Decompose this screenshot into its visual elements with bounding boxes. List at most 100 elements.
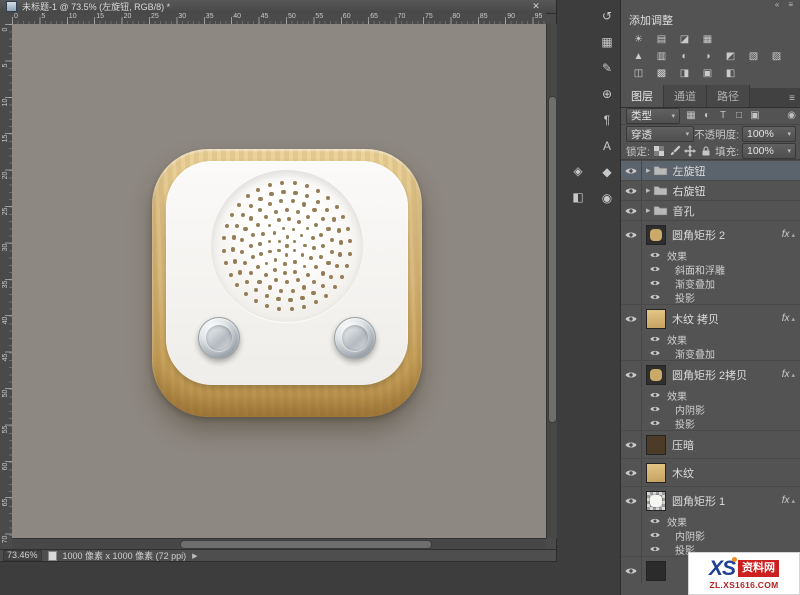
fill-dropdown[interactable]: 100% ▾	[742, 143, 796, 159]
visibility-eye-icon[interactable]	[648, 347, 662, 359]
layer-effect-row[interactable]: 效果	[621, 332, 800, 346]
fx-badge[interactable]: fx	[782, 369, 790, 380]
fx-collapse-icon[interactable]: ▴	[791, 371, 795, 379]
curves-icon[interactable]: ◪	[674, 32, 695, 47]
visibility-eye-icon[interactable]	[648, 249, 662, 261]
layer-row[interactable]: 木纹	[621, 458, 800, 486]
lock-position-icon[interactable]	[684, 145, 697, 158]
fx-collapse-icon[interactable]: ▴	[791, 231, 795, 239]
status-menu-arrow-icon[interactable]: ▶	[192, 552, 197, 560]
history-panel-icon[interactable]: ↺	[597, 6, 617, 26]
visibility-eye-icon[interactable]	[648, 333, 662, 345]
fx-collapse-icon[interactable]: ▴	[791, 315, 795, 323]
character-panel-icon[interactable]: A	[597, 136, 617, 156]
fx-badge[interactable]: fx	[782, 313, 790, 324]
properties-panel-icon[interactable]: ◧	[568, 187, 588, 207]
visibility-eye-icon[interactable]	[621, 221, 642, 248]
opacity-dropdown[interactable]: 100% ▾	[742, 126, 796, 142]
photo-filter-icon[interactable]: ◩	[720, 49, 741, 64]
threshold-icon[interactable]: ◨	[674, 66, 695, 81]
fx-collapse-icon[interactable]: ▴	[791, 497, 795, 505]
document-titlebar[interactable]: 未标题-1 @ 73.5% (左旋钮, RGB/8) * ✕	[0, 0, 556, 14]
color-lookup-icon[interactable]: ▨	[766, 49, 787, 64]
visibility-eye-icon[interactable]	[648, 543, 662, 555]
filter-pixel-icon[interactable]: ▦	[683, 109, 699, 122]
layer-effect-row[interactable]: 投影	[621, 416, 800, 430]
horizontal-scrollbar-thumb[interactable]	[180, 540, 432, 549]
layer-row[interactable]: 圆角矩形 2拷贝fx▴	[621, 360, 800, 388]
filter-adjustment-icon[interactable]: ◐	[699, 109, 715, 122]
layer-row[interactable]: ▸左旋钮	[621, 160, 800, 180]
layer-thumbnail[interactable]	[646, 309, 666, 329]
clone-source-panel-icon[interactable]: ⊕	[597, 84, 617, 104]
visibility-eye-icon[interactable]	[648, 403, 662, 415]
swatches-panel-icon[interactable]: ▦	[597, 32, 617, 52]
layer-row[interactable]: 压暗	[621, 430, 800, 458]
canvas[interactable]	[12, 24, 546, 538]
layer-effect-row[interactable]: 渐变叠加	[621, 276, 800, 290]
visibility-eye-icon[interactable]	[648, 291, 662, 303]
visibility-eye-icon[interactable]	[621, 201, 642, 220]
expand-arrow-icon[interactable]: ▸	[646, 185, 651, 196]
layer-row[interactable]: ▸右旋钮	[621, 180, 800, 200]
visibility-eye-icon[interactable]	[621, 181, 642, 200]
layer-effect-row[interactable]: 内阴影	[621, 528, 800, 542]
styles-panel-icon[interactable]: ◆	[597, 162, 617, 182]
paragraph-panel-icon[interactable]: ¶	[597, 110, 617, 130]
layer-thumbnail[interactable]	[646, 435, 666, 455]
filter-smart-object-icon[interactable]: ▣	[747, 109, 763, 122]
layer-row[interactable]: 圆角矩形 1fx▴	[621, 486, 800, 514]
lock-image-icon[interactable]	[668, 145, 681, 158]
brightness-contrast-icon[interactable]: ☀	[628, 32, 649, 47]
panel-menu-icon[interactable]: ≡	[788, 1, 793, 9]
3d-panel-icon[interactable]: ◈	[568, 161, 588, 181]
gradient-map-icon[interactable]: ▣	[697, 66, 718, 81]
layer-effect-row[interactable]: 投影	[621, 290, 800, 304]
layer-effect-row[interactable]: 斜面和浮雕	[621, 262, 800, 276]
panel-group-menu-icon[interactable]: ≡	[783, 93, 800, 107]
expand-arrow-icon[interactable]: ▸	[646, 165, 651, 176]
invert-icon[interactable]: ◫	[628, 66, 649, 81]
visibility-eye-icon[interactable]	[648, 417, 662, 429]
black-white-icon[interactable]: ◑	[697, 49, 718, 64]
filter-shape-icon[interactable]: □	[731, 109, 747, 122]
filter-toggle-icon[interactable]: ◉	[787, 111, 796, 121]
color-balance-icon[interactable]: ◐	[674, 49, 695, 64]
fx-badge[interactable]: fx	[782, 229, 790, 240]
selective-color-icon[interactable]: ◧	[720, 66, 741, 81]
lock-all-icon[interactable]	[700, 145, 713, 158]
filter-type-icon[interactable]: T	[715, 109, 731, 122]
filter-kind-dropdown[interactable]: 类型 ▾	[626, 108, 680, 124]
visibility-eye-icon[interactable]	[621, 557, 642, 584]
layer-thumbnail[interactable]	[646, 365, 666, 385]
fx-badge[interactable]: fx	[782, 495, 790, 506]
visibility-eye-icon[interactable]	[621, 361, 642, 388]
channel-mixer-icon[interactable]: ▧	[743, 49, 764, 64]
visibility-eye-icon[interactable]	[648, 529, 662, 541]
vertical-scrollbar[interactable]	[546, 24, 557, 538]
layer-thumbnail[interactable]	[646, 561, 666, 581]
info-panel-icon[interactable]: ◉	[597, 188, 617, 208]
expand-arrow-icon[interactable]: ▸	[646, 205, 651, 216]
visibility-eye-icon[interactable]	[621, 161, 642, 180]
visibility-eye-icon[interactable]	[648, 277, 662, 289]
layer-row[interactable]: 圆角矩形 2fx▴	[621, 220, 800, 248]
posterize-icon[interactable]: ▩	[651, 66, 672, 81]
brush-panel-icon[interactable]: ✎	[597, 58, 617, 78]
visibility-eye-icon[interactable]	[648, 263, 662, 275]
tab-paths[interactable]: 路径	[707, 85, 750, 107]
levels-icon[interactable]: ▤	[651, 32, 672, 47]
visibility-eye-icon[interactable]	[621, 431, 642, 458]
zoom-level-field[interactable]: 73.46%	[3, 550, 42, 561]
exposure-icon[interactable]: ▦	[697, 32, 718, 47]
layer-effect-row[interactable]: 效果	[621, 248, 800, 262]
visibility-eye-icon[interactable]	[621, 459, 642, 486]
blend-mode-dropdown[interactable]: 穿透 ▾	[626, 126, 694, 142]
visibility-eye-icon[interactable]	[648, 515, 662, 527]
lock-transparency-icon[interactable]	[653, 145, 666, 158]
layer-row[interactable]: 木纹 拷贝fx▴	[621, 304, 800, 332]
close-icon[interactable]: ✕	[530, 1, 542, 12]
vertical-scrollbar-thumb[interactable]	[548, 96, 557, 423]
visibility-eye-icon[interactable]	[621, 487, 642, 514]
layer-thumbnail[interactable]	[646, 463, 666, 483]
